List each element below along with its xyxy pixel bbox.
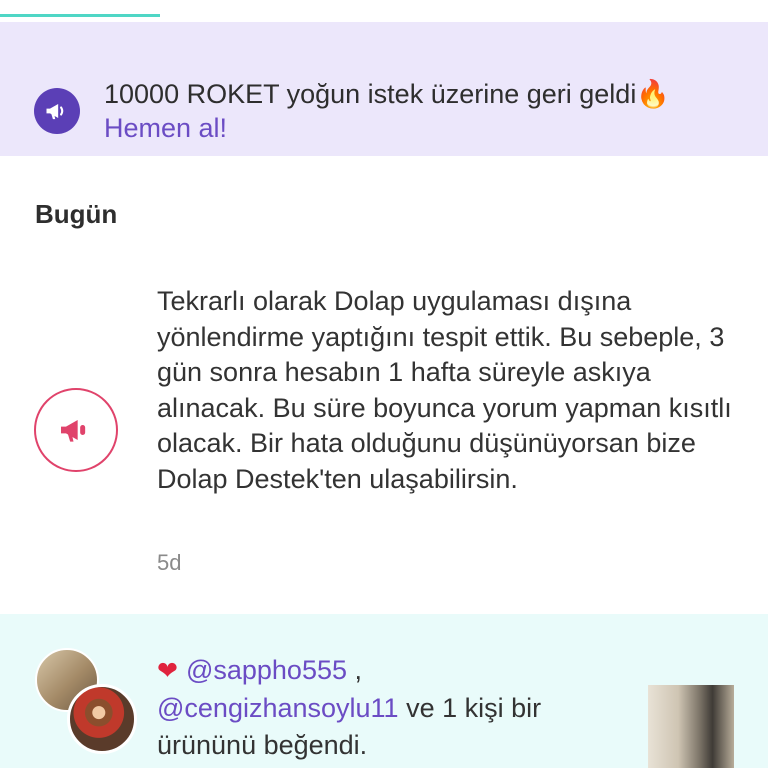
- notification-time: 5d: [157, 550, 182, 575]
- separator: ,: [347, 655, 363, 685]
- like-notification-text: ❤ @sappho555 , @cengizhansoylu11 ve 1 kişi…: [157, 652, 607, 764]
- megaphone-icon: [34, 388, 118, 472]
- avatar[interactable]: [67, 684, 137, 754]
- user-mention[interactable]: @sappho555: [186, 655, 347, 685]
- section-title: Bugün: [35, 199, 118, 229]
- promo-banner[interactable]: 10000 ROKET yoğun istek üzerine geri gel…: [0, 22, 768, 156]
- megaphone-icon: [34, 88, 80, 134]
- product-thumbnail[interactable]: [648, 685, 734, 768]
- tab-indicator: [0, 14, 160, 17]
- promo-text: 10000 ROKET yoğun istek üzerine geri gel…: [104, 77, 670, 145]
- heart-icon: ❤: [157, 657, 178, 685]
- promo-cta-link[interactable]: Hemen al!: [104, 111, 670, 145]
- notification-message[interactable]: Tekrarlı olarak Dolap uygulaması dışına …: [157, 284, 737, 497]
- promo-message: 10000 ROKET yoğun istek üzerine geri gel…: [104, 79, 670, 109]
- user-mention[interactable]: @cengizhansoylu11: [157, 693, 399, 723]
